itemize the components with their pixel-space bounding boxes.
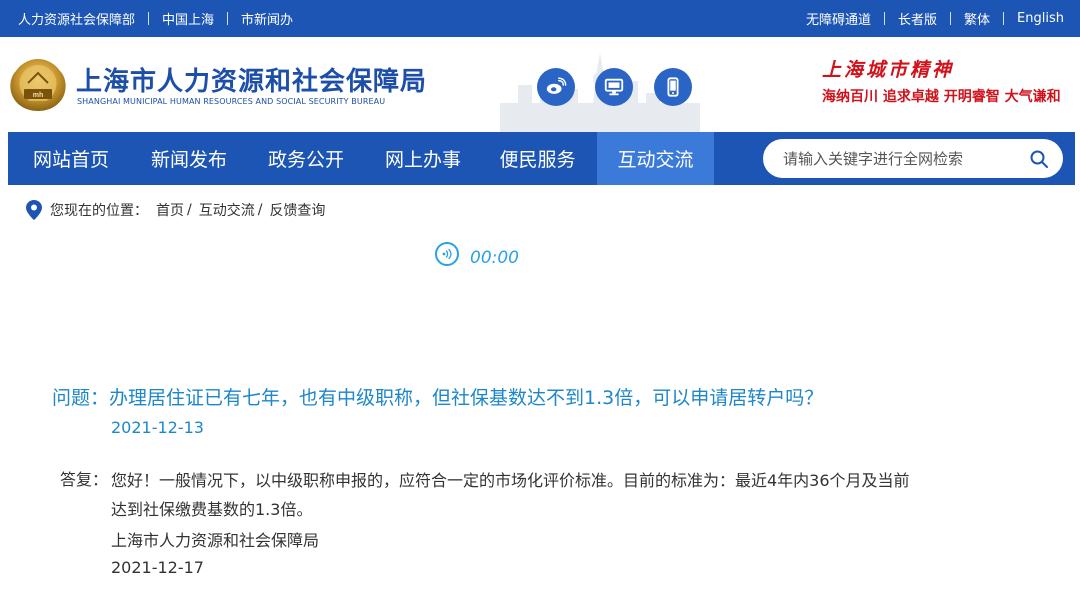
- divider: [950, 12, 952, 25]
- main-navigation: 网站首页 新闻发布 政务公开 网上办事 便民服务 互动交流: [8, 132, 1075, 185]
- search-icon[interactable]: [1029, 149, 1049, 169]
- mobile-icon: [667, 77, 679, 97]
- nav-item-online-services[interactable]: 网上办事: [368, 132, 478, 185]
- city-spirit-slogan: 海纳百川 追求卓越 开明睿智 大气谦和: [822, 89, 1061, 105]
- site-subtitle: SHANGHAI MUNICIPAL HUMAN RESOURCES AND S…: [77, 97, 386, 106]
- audio-player[interactable]: 00:00: [435, 240, 519, 268]
- link-mohrss[interactable]: 人力资源社会保障部: [18, 9, 135, 28]
- link-traditional-chinese[interactable]: 繁体: [964, 9, 990, 28]
- nav-item-home[interactable]: 网站首页: [8, 132, 134, 185]
- sound-wave-icon: [442, 248, 452, 260]
- question-title: 问题：办理居住证已有七年，也有中级职称，但社保基数达不到1.3倍，可以申请居转户…: [52, 387, 824, 409]
- breadcrumb: 您现在的位置： 首页 / 互动交流 / 反馈查询: [26, 199, 325, 221]
- breadcrumb-separator: /: [187, 202, 192, 218]
- search-box: [763, 139, 1063, 178]
- svg-text:mh: mh: [33, 92, 44, 99]
- site-title[interactable]: 上海市人力资源和社会保障局: [76, 61, 427, 98]
- search-input[interactable]: [783, 139, 1023, 178]
- breadcrumb-separator: /: [257, 202, 263, 218]
- divider: [148, 12, 150, 25]
- breadcrumb-label: 您现在的位置：: [50, 203, 148, 219]
- question-date: 2021-12-13: [111, 418, 204, 437]
- link-city-news-office[interactable]: 市新闻办: [241, 9, 293, 28]
- top-left-links: 人力资源社会保障部 中国上海 市新闻办: [18, 0, 293, 37]
- divider: [1003, 12, 1005, 25]
- audio-play-button[interactable]: [435, 242, 459, 266]
- answer-text-line: 达到社保缴费基数的1.3倍。: [111, 500, 313, 519]
- nav-item-convenience-services[interactable]: 便民服务: [478, 132, 597, 185]
- link-china-shanghai[interactable]: 中国上海: [162, 9, 214, 28]
- nav-item-government-affairs[interactable]: 政务公开: [244, 132, 368, 185]
- weibo-button[interactable]: [537, 68, 575, 106]
- link-accessibility[interactable]: 无障碍通道: [806, 9, 871, 28]
- location-pin-icon: [26, 200, 42, 220]
- desktop-icon: [604, 78, 624, 96]
- breadcrumb-feedback-query[interactable]: 反馈查询: [269, 200, 325, 220]
- divider: [227, 12, 229, 25]
- link-english[interactable]: English: [1017, 11, 1064, 26]
- link-elder-version[interactable]: 长者版: [898, 9, 937, 28]
- weibo-icon: [546, 77, 567, 94]
- nav-item-interaction[interactable]: 互动交流: [597, 132, 714, 185]
- answer-organization: 上海市人力资源和社会保障局: [111, 531, 320, 550]
- city-spirit-title: 上海城市精神: [822, 59, 955, 81]
- audio-time: 00:00: [470, 248, 519, 268]
- top-utility-bar: 人力资源社会保障部 中国上海 市新闻办 无障碍通道 长者版 繁体 English: [0, 0, 1080, 37]
- desktop-button[interactable]: [595, 68, 633, 106]
- mobile-button[interactable]: [654, 68, 692, 106]
- answer-label: 答复：: [60, 470, 109, 489]
- breadcrumb-home[interactable]: 首页: [156, 200, 184, 220]
- divider: [884, 12, 886, 25]
- breadcrumb-interaction[interactable]: 互动交流: [199, 200, 255, 220]
- answer-body: 您好！一般情况下，以中级职称申报的，应符合一定的市场化评价标准。目前的标准为：最…: [111, 466, 981, 525]
- answer-text-line: 您好！一般情况下，以中级职称申报的，应符合一定的市场化评价标准。目前的标准为：最…: [111, 471, 910, 490]
- answer-date: 2021-12-17: [111, 558, 204, 577]
- site-header: mh 上海市人力资源和社会保障局 SHANGHAI MUNICIPAL HUMA…: [0, 37, 1080, 132]
- nav-item-news[interactable]: 新闻发布: [134, 132, 244, 185]
- top-right-links: 无障碍通道 长者版 繁体 English: [806, 0, 1064, 37]
- bureau-logo-icon[interactable]: mh: [8, 57, 68, 113]
